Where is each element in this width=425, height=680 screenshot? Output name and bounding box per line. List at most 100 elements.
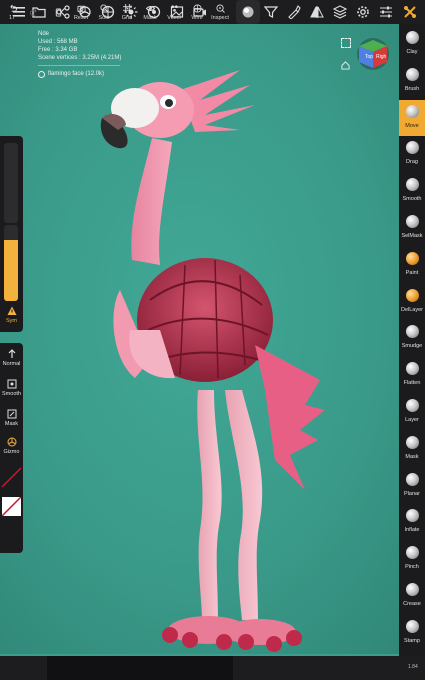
cube-face-top: Top bbox=[365, 54, 373, 60]
left-tools-panel: Normal Smooth Mask Gizmo bbox=[0, 343, 23, 553]
stamp-icon bbox=[405, 619, 419, 633]
smooth-icon bbox=[405, 178, 419, 192]
phone-icon bbox=[55, 7, 61, 17]
tool-drag[interactable]: Drag bbox=[399, 136, 425, 172]
stats-divider bbox=[38, 65, 120, 66]
gizmo-button[interactable]: Gizmo bbox=[0, 437, 23, 455]
tool-smudge[interactable]: Smudge bbox=[399, 320, 425, 356]
bottom-actions-bar bbox=[47, 656, 233, 680]
tool-label: Clay bbox=[406, 49, 418, 55]
grid-icon bbox=[122, 3, 132, 13]
warning-icon bbox=[7, 306, 16, 315]
radius-slider[interactable] bbox=[4, 143, 18, 223]
flatten-icon bbox=[405, 362, 419, 376]
undo-button[interactable]: 17 bbox=[4, 0, 20, 24]
tool-paint[interactable]: Paint bbox=[399, 247, 425, 283]
tool-stamp[interactable]: Stamp bbox=[399, 615, 425, 651]
arrow-up-icon bbox=[8, 349, 15, 358]
fullscreen-icon[interactable] bbox=[341, 38, 351, 48]
tool-planar[interactable]: Planar bbox=[399, 468, 425, 504]
sym-label: Sym bbox=[6, 318, 17, 324]
stats-vertices: Scene vertices : 3.25M (4.21M) bbox=[38, 55, 122, 61]
inflate-icon bbox=[405, 509, 419, 523]
stats-free: Free : 3.34 GB bbox=[38, 47, 78, 53]
gizmo-label: Gizmo bbox=[3, 449, 20, 455]
brush-icon bbox=[405, 67, 419, 81]
tool-label: Smudge bbox=[401, 343, 423, 350]
mask-button[interactable]: Mask bbox=[0, 409, 23, 427]
grid-label: Grid bbox=[121, 14, 133, 21]
tool-brush[interactable]: Brush bbox=[399, 63, 425, 99]
solo-button[interactable]: Solo bbox=[94, 0, 114, 24]
grid-button[interactable]: Grid bbox=[117, 0, 137, 24]
tool-inflate[interactable]: Inflate bbox=[399, 504, 425, 540]
tool-label: Flatten bbox=[403, 380, 421, 387]
voxel-button[interactable]: Voxel bbox=[163, 0, 185, 24]
tool-move[interactable]: Move bbox=[399, 99, 425, 136]
symmetry-toggle[interactable]: Sym bbox=[0, 306, 23, 324]
home-view-icon[interactable] bbox=[341, 57, 350, 70]
trash-button[interactable] bbox=[50, 0, 66, 24]
crease-icon bbox=[405, 583, 419, 596]
mask-icon bbox=[405, 435, 419, 449]
inspect-label: Inspect bbox=[211, 14, 229, 21]
normal-button[interactable]: Normal bbox=[0, 349, 23, 367]
inspect-button[interactable]: Inspect bbox=[208, 0, 232, 24]
tool-pinch[interactable]: Pinch bbox=[399, 541, 425, 577]
stroke-color-swatch[interactable] bbox=[1, 467, 22, 488]
selected-object[interactable]: flamingo face (12.0k) bbox=[38, 70, 121, 78]
settings-gear-icon[interactable] bbox=[352, 0, 374, 24]
tool-crease[interactable]: Crease bbox=[399, 578, 425, 614]
mask-label: Mask bbox=[4, 421, 19, 427]
tool-smooth[interactable]: Smooth bbox=[399, 173, 425, 209]
scene-stats: Nde Used : 568 MB Free : 3.34 GB Scene v… bbox=[38, 30, 121, 78]
smooth-label: Smooth bbox=[2, 391, 21, 397]
mask-square-icon bbox=[7, 409, 16, 419]
inspect-icon bbox=[215, 3, 225, 13]
paint-tools-icon[interactable] bbox=[283, 0, 305, 24]
sliders-icon[interactable] bbox=[375, 0, 397, 24]
left-slider-panel: Sym bbox=[0, 136, 23, 332]
mask-view-label: Mask bbox=[143, 14, 157, 21]
normal-label: Normal bbox=[2, 361, 21, 367]
stats-used: Used : 568 MB bbox=[38, 39, 78, 45]
view-cube[interactable]: Top Righ bbox=[355, 36, 391, 72]
tool-clay[interactable]: Clay bbox=[399, 26, 425, 62]
filter-icon[interactable] bbox=[260, 0, 282, 24]
visibility-icon[interactable] bbox=[38, 70, 45, 78]
tool-label: Move bbox=[405, 122, 419, 129]
move-icon bbox=[405, 104, 419, 118]
pinch-icon bbox=[405, 546, 419, 560]
camera-reset-icon bbox=[76, 5, 86, 12]
tool-label: Layer bbox=[405, 417, 419, 423]
fill-color-swatch[interactable] bbox=[1, 496, 22, 517]
eye-mask-icon bbox=[145, 5, 155, 11]
intensity-slider[interactable] bbox=[4, 225, 18, 301]
tool-layer[interactable]: Layer bbox=[399, 394, 425, 430]
layers-icon[interactable] bbox=[329, 0, 351, 24]
redo-button[interactable] bbox=[26, 0, 42, 24]
wire-button[interactable]: Wire bbox=[187, 0, 207, 24]
tool-label: Inflate bbox=[404, 527, 420, 534]
tool-dellayer[interactable]: DelLayer bbox=[399, 284, 425, 320]
planar-icon bbox=[405, 472, 419, 486]
tool-label: Planar bbox=[404, 490, 420, 497]
tool-flatten[interactable]: Flatten bbox=[399, 357, 425, 393]
selected-object-label: flamingo face (12.0k) bbox=[48, 71, 105, 77]
symmetry-icon[interactable] bbox=[306, 0, 328, 24]
stats-name: Nde bbox=[38, 31, 50, 37]
matcap-icon[interactable] bbox=[236, 0, 260, 24]
flamingo-model[interactable] bbox=[90, 60, 340, 660]
reset-button[interactable]: Reset bbox=[70, 0, 92, 24]
undo-count: 17 bbox=[8, 14, 16, 21]
smooth-button[interactable]: Smooth bbox=[0, 379, 23, 397]
selmask-icon bbox=[405, 215, 419, 228]
mask-view-button[interactable]: Mask bbox=[140, 0, 160, 24]
tool-selmask[interactable]: SelMask bbox=[399, 210, 425, 246]
tool-mask[interactable]: Mask bbox=[399, 431, 425, 467]
voxel-icon bbox=[170, 4, 178, 12]
app-version: 1.84 bbox=[408, 664, 418, 670]
tools-toggle-icon[interactable] bbox=[399, 0, 421, 24]
tool-label: SelMask bbox=[401, 233, 423, 239]
drag-icon bbox=[405, 141, 419, 155]
